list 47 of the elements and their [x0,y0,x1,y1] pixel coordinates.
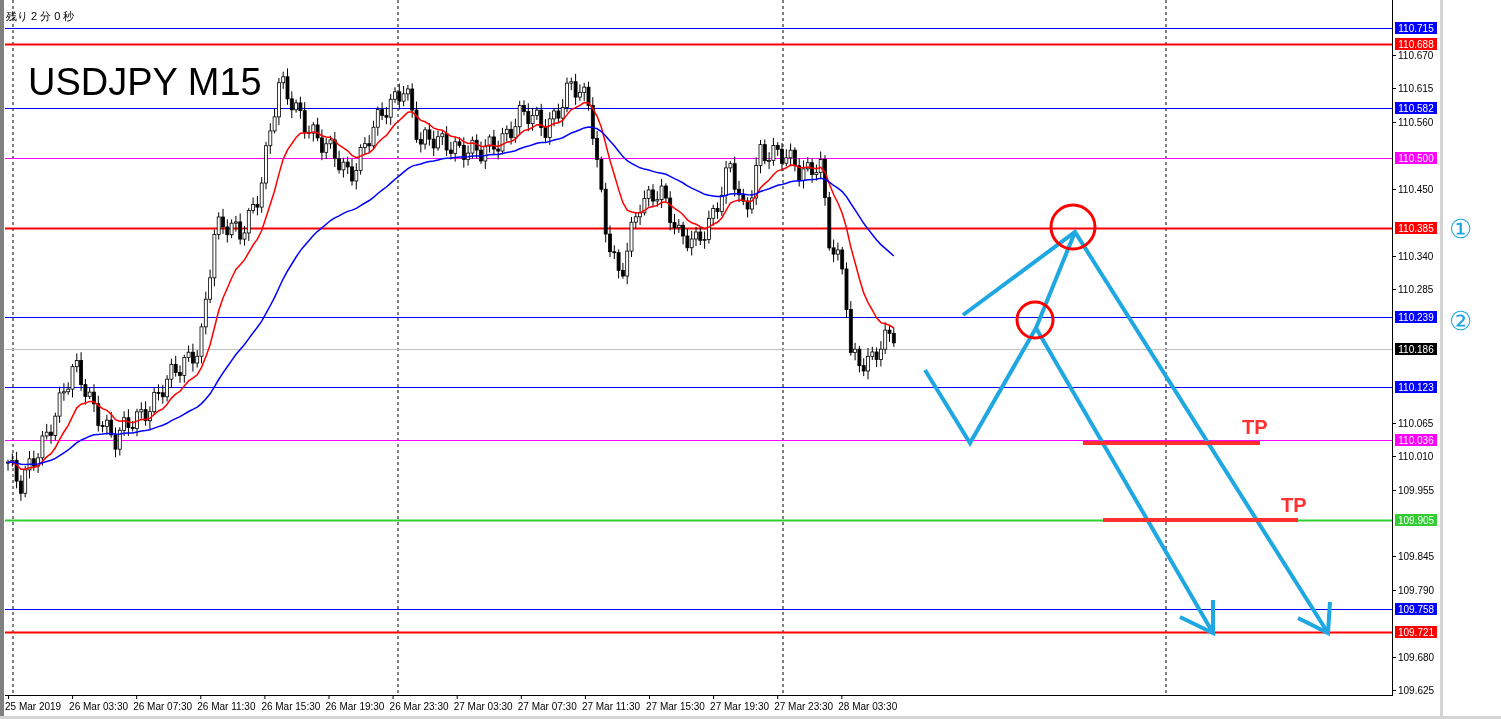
price-tick-label: 110.285 [1398,284,1434,295]
price-tag: 110.582 [1395,102,1437,114]
price-tick-label: 110.615 [1398,83,1434,94]
time-label: 26 Mar 03:30 [69,701,129,712]
price-tick-label: 109.790 [1398,585,1435,596]
price-tag: 109.758 [1395,603,1437,615]
price-tag: 110.385 [1395,222,1437,234]
take-profit-label: TP [1281,494,1307,516]
price-tag: 110.688 [1395,38,1437,50]
price-tag: 109.905 [1395,514,1437,526]
price-tag: 109.721 [1395,626,1437,638]
price-tag: 110.186 [1395,343,1437,355]
time-label: 27 Mar 23:30 [774,701,834,712]
time-label: 26 Mar 07:30 [133,701,193,712]
time-label: 27 Mar 15:30 [646,701,705,712]
price-tick-label: 109.845 [1398,551,1435,562]
price-tag: 110.500 [1395,152,1437,164]
price-tag: 110.239 [1395,311,1437,323]
price-tick-label: 109.680 [1398,652,1435,663]
countdown-text: 残り 2 分 0 秒 [6,10,75,22]
time-label: 27 Mar 03:30 [453,701,513,712]
time-label: 26 Mar 19:30 [325,701,385,712]
price-tick-label: 110.065 [1398,418,1434,429]
price-tick-label: 110.670 [1398,50,1434,61]
symbol-label: USDJPY M15 [28,61,262,103]
price-tick-label: 110.340 [1398,251,1434,262]
time-label: 27 Mar 11:30 [581,701,641,712]
price-tag: 110.123 [1395,381,1437,393]
price-tick-label: 110.450 [1398,184,1434,195]
target-circle [1015,300,1055,340]
price-tick-label: 109.625 [1398,685,1435,696]
time-label: 28 Mar 03:30 [838,701,898,712]
time-label: 27 Mar 19:30 [710,701,770,712]
time-label: 26 Mar 23:30 [389,701,449,712]
price-tag: 110.715 [1395,22,1437,34]
time-label: 27 Mar 07:30 [517,701,577,712]
time-label: 26 Mar 15:30 [261,701,321,712]
price-tick-label: 110.010 [1398,451,1434,462]
circled-number-label: ② [1449,306,1472,336]
target-circle [1049,203,1097,251]
time-label: 26 Mar 11:30 [197,701,256,712]
take-profit-label: TP [1242,416,1268,438]
circled-number-label: ① [1449,214,1472,244]
price-tick-label: 109.955 [1398,485,1435,496]
time-label: 25 Mar 2019 [5,701,62,712]
price-tag: 110.036 [1395,434,1437,446]
price-tick-label: 110.560 [1398,117,1434,128]
